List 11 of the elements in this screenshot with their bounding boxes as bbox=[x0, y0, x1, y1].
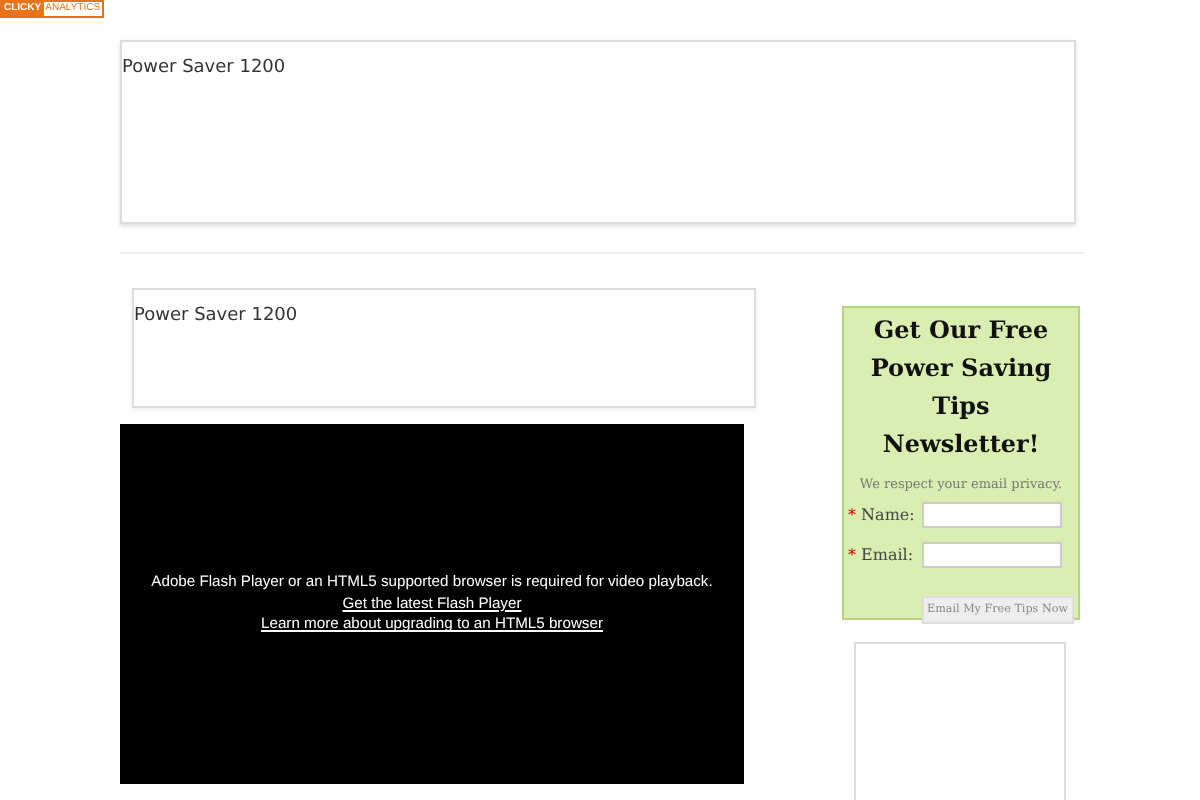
required-mark: * bbox=[848, 546, 856, 564]
input-field[interactable] bbox=[922, 542, 1062, 568]
product-title: Power Saver 1200 bbox=[122, 58, 286, 78]
product-title: Power Saver 1200 bbox=[134, 306, 298, 326]
newsletter-heading: Power Saving Tips bbox=[868, 352, 1054, 424]
field-label: Name: bbox=[861, 506, 915, 524]
newsletter-heading: Newsletter! bbox=[880, 428, 1042, 462]
newsletter-heading: Get Our Free bbox=[871, 314, 1051, 348]
input-field[interactable] bbox=[922, 502, 1062, 528]
required-mark: * bbox=[848, 506, 856, 524]
field-label: Email: bbox=[861, 546, 914, 564]
